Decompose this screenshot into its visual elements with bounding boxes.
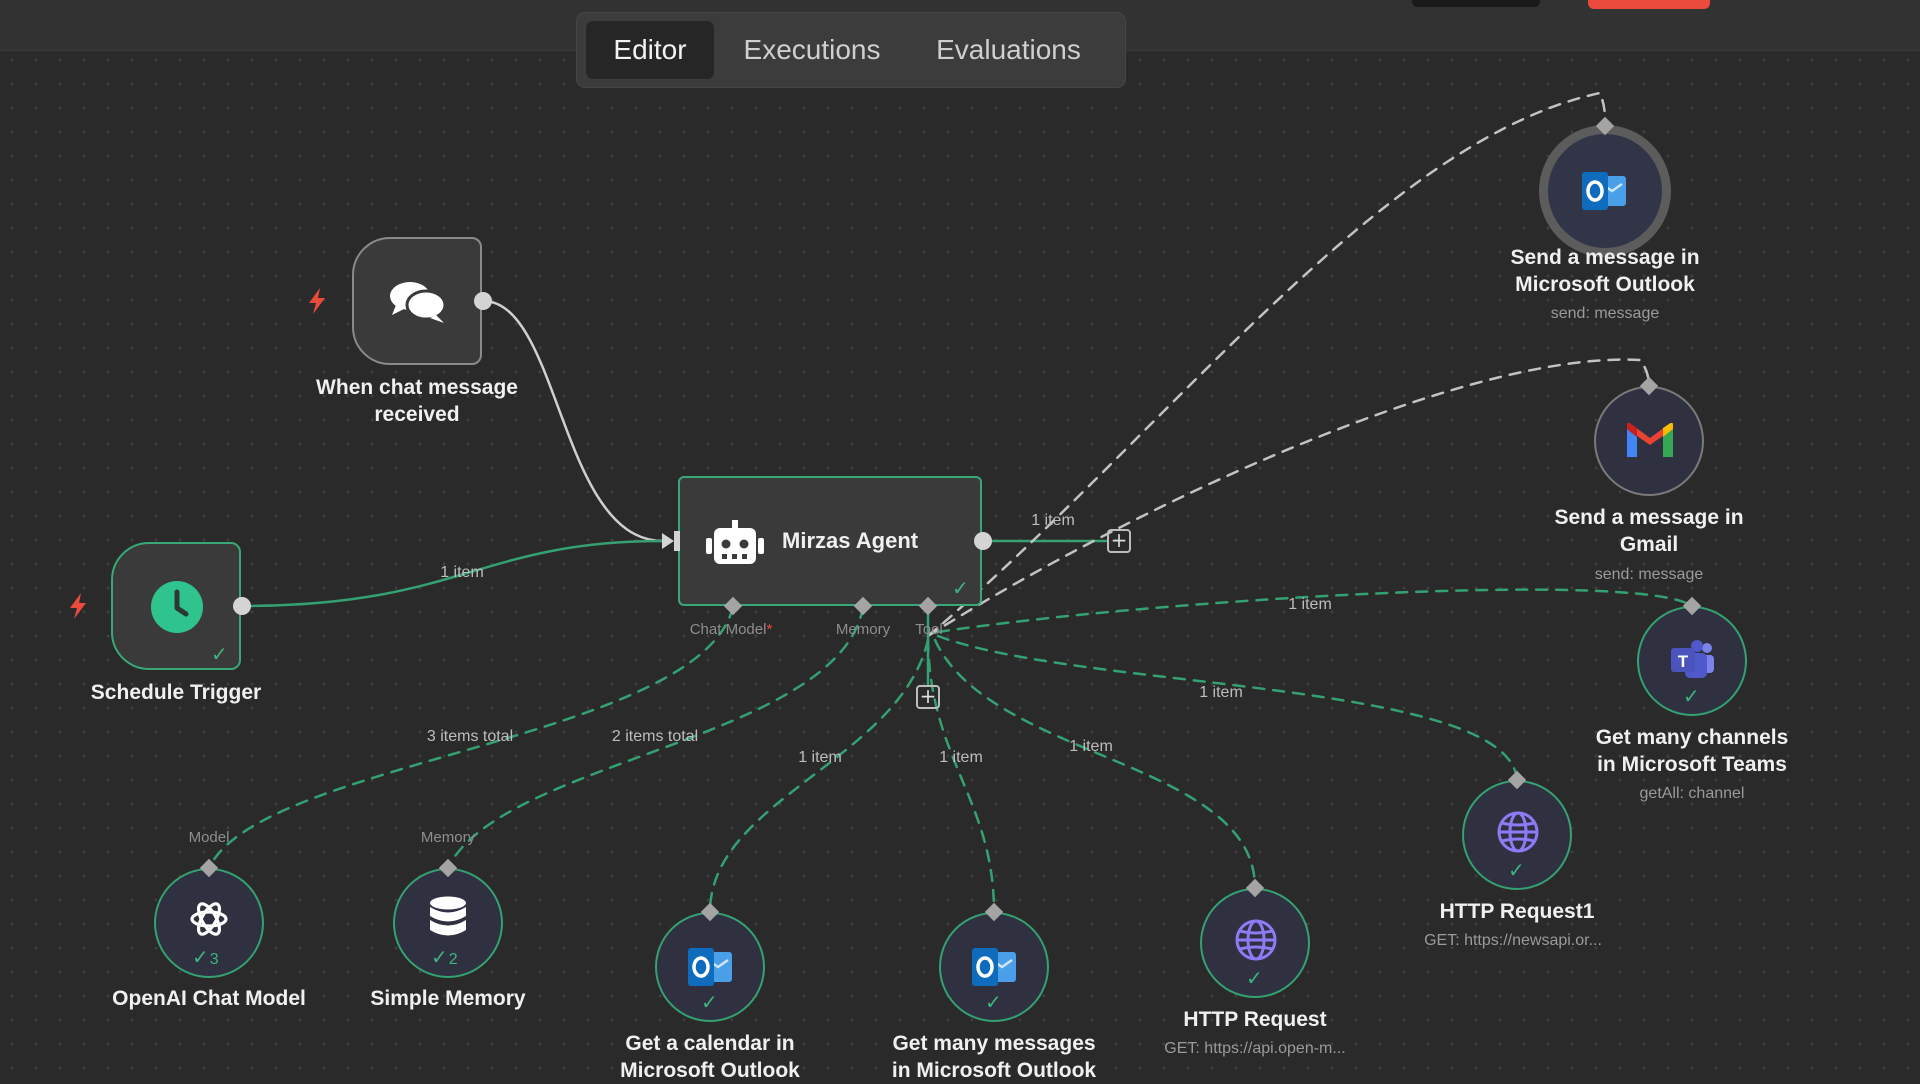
outlook-icon — [1582, 172, 1626, 210]
gmail-icon — [1627, 423, 1673, 457]
check-icon: ✓ — [211, 642, 228, 666]
port-label-model: Model — [188, 829, 230, 846]
node-title-line: Microsoft Outlook — [1515, 273, 1695, 296]
svg-text:T: T — [1678, 652, 1689, 671]
node-outlook-messages-title: Get many messages in Microsoft Outlook — [892, 1030, 1096, 1084]
run-count: 2 — [448, 951, 458, 968]
node-title-line: Send a message in — [1554, 506, 1744, 529]
check-icon: ✓3 — [192, 945, 219, 969]
schedule-output-handle[interactable] — [233, 597, 251, 615]
node-title-line: When chat message — [316, 376, 518, 399]
edge-http1 — [936, 634, 1519, 782]
run-count: 3 — [209, 951, 219, 968]
globe-icon — [1235, 919, 1277, 961]
node-simple-memory[interactable]: ✓2 — [393, 868, 503, 978]
lightning-bolt-icon — [70, 593, 86, 619]
node-title-line: received — [374, 403, 460, 426]
node-title-line: Get many messages — [892, 1032, 1096, 1055]
node-http-request-title: HTTP Request — [1183, 1008, 1327, 1031]
globe-icon — [1497, 811, 1539, 853]
edge-label-teams: 1 item — [1288, 596, 1332, 613]
chat-trigger-output-handle[interactable] — [474, 292, 492, 310]
agent-input-handle[interactable] — [662, 531, 682, 551]
node-chat-trigger[interactable] — [352, 237, 482, 365]
port-label-chat-model: Chat Model* — [689, 621, 773, 638]
node-outlook-calendar-title: Get a calendar in Microsoft Outlook — [620, 1030, 800, 1084]
node-outlook-send[interactable] — [1539, 125, 1671, 257]
node-teams-channels-subtitle: getAll: channel — [1639, 785, 1745, 802]
check-icon: ✓ — [952, 576, 969, 600]
agent-output-handle[interactable] — [974, 532, 992, 550]
node-openai-title: OpenAI Chat Model — [112, 987, 306, 1010]
node-http-request[interactable]: ✓ — [1200, 888, 1310, 998]
add-node-after-agent[interactable]: + — [1107, 529, 1131, 553]
node-teams-channels-title: Get many channels in Microsoft Teams — [1596, 724, 1789, 778]
check-icon: ✓ — [985, 990, 1002, 1014]
edge-label-http1: 1 item — [1199, 684, 1243, 701]
node-title-line: Get a calendar in — [625, 1032, 795, 1055]
agent-title: Mirzas Agent — [782, 528, 919, 553]
node-title-line: Microsoft Outlook — [620, 1059, 800, 1082]
check-icon: ✓ — [1683, 684, 1700, 708]
check-icon: ✓ — [701, 990, 718, 1014]
node-simple-memory-title: Simple Memory — [370, 987, 526, 1010]
openai-icon — [190, 902, 228, 936]
node-outlook-messages[interactable]: ✓ — [939, 912, 1049, 1022]
edge-label-messages: 1 item — [939, 749, 983, 766]
node-outlook-calendar[interactable]: ✓ — [655, 912, 765, 1022]
node-outlook-send-title: Send a message in Microsoft Outlook — [1510, 244, 1699, 298]
teams-icon: T — [1671, 640, 1714, 678]
edge-tool-gmail — [926, 358, 1651, 638]
edge-messages — [926, 638, 996, 914]
check-icon: ✓ — [1508, 858, 1525, 882]
node-title-line: in Microsoft Outlook — [891, 1059, 1097, 1082]
node-openai-model[interactable]: ✓3 — [154, 868, 264, 978]
node-http-request1-subtitle: GET: https://newsapi.or... — [1424, 932, 1602, 949]
edge-tool-outlook-send — [926, 91, 1607, 638]
node-schedule-title: Schedule Trigger — [90, 681, 262, 704]
node-title-line: Send a message in — [1510, 246, 1700, 269]
clock-icon — [151, 581, 203, 633]
outlook-icon — [972, 948, 1016, 986]
edge-label-memory: 2 items total — [611, 728, 699, 745]
edge-label-calendar: 1 item — [798, 749, 842, 766]
edge-label-model: 3 items total — [426, 728, 514, 745]
node-schedule-trigger[interactable]: ✓ — [111, 542, 241, 670]
check-icon: ✓2 — [431, 945, 458, 969]
edge-http — [933, 638, 1257, 890]
node-http-request-subtitle: GET: https://api.open-m... — [1164, 1040, 1346, 1057]
edge-label-schedule: 1 item — [440, 564, 484, 581]
node-gmail-send-subtitle: send: message — [1594, 566, 1704, 583]
node-gmail-send[interactable] — [1594, 386, 1704, 496]
edge-label-http: 1 item — [1069, 738, 1113, 755]
port-label-text: Chat Model — [689, 621, 767, 638]
lightning-bolt-icon — [309, 288, 325, 314]
port-label-tool: Tool — [915, 621, 943, 638]
outlook-icon — [688, 948, 732, 986]
node-http-request1[interactable]: ✓ — [1462, 780, 1572, 890]
node-outlook-send-subtitle: send: message — [1550, 305, 1660, 322]
chat-bubbles-icon — [390, 282, 447, 323]
port-label-memory-node: Memory — [420, 829, 476, 846]
node-chat-trigger-title: When chat message received — [316, 374, 518, 428]
port-label-memory: Memory — [835, 621, 891, 638]
database-icon — [430, 896, 466, 936]
node-title-line: Gmail — [1619, 533, 1679, 556]
node-title-line: Get many channels — [1595, 726, 1789, 749]
add-tool-button[interactable]: + — [916, 685, 940, 709]
node-agent[interactable]: Mirzas Agent ✓ — [678, 476, 982, 606]
node-title-line: in Microsoft Teams — [1597, 753, 1787, 776]
edge-label-agent-output: 1 item — [1031, 512, 1075, 529]
check-icon: ✓ — [1246, 966, 1263, 990]
robot-icon — [706, 520, 764, 564]
node-teams-channels[interactable]: T ✓ — [1637, 606, 1747, 716]
node-http-request1-title: HTTP Request1 — [1439, 900, 1595, 923]
edge-calendar — [708, 638, 930, 914]
node-gmail-send-title: Send a message in Gmail — [1554, 504, 1743, 558]
